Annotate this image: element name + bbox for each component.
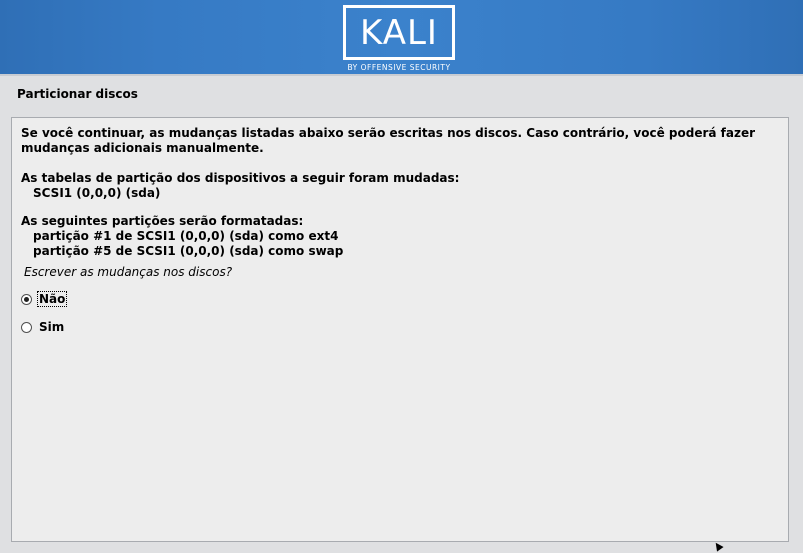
format-partitions-heading: As seguintes partições serão formatadas: [21, 214, 304, 228]
intro-text-line-1: Se você continuar, as mudanças listadas … [21, 126, 756, 140]
mouse-pointer-icon [712, 540, 724, 552]
radio-checked-icon[interactable] [21, 293, 32, 305]
kali-logo-text: KALI [360, 12, 438, 53]
format-partition-item: partição #1 de SCSI1 (0,0,0) (sda) como … [33, 229, 339, 243]
kali-header-banner: KALI BY OFFENSIVE SECURITY [0, 0, 803, 76]
option-nao[interactable]: Não [21, 290, 68, 308]
partition-tables-device: SCSI1 (0,0,0) (sda) [33, 186, 161, 200]
option-sim[interactable]: Sim [21, 318, 65, 336]
kali-logo: KALI [343, 5, 455, 60]
radio-unchecked-icon[interactable] [21, 321, 32, 333]
format-partition-item: partição #5 de SCSI1 (0,0,0) (sda) como … [33, 244, 344, 258]
page-title: Particionar discos [17, 87, 138, 101]
intro-text-line-2: mudanças adicionais manualmente. [21, 141, 264, 155]
partition-tables-heading: As tabelas de partição dos dispositivos … [21, 171, 460, 185]
option-nao-label[interactable]: Não [36, 291, 68, 307]
kali-logo-subtitle: BY OFFENSIVE SECURITY [347, 63, 451, 72]
write-changes-question: Escrever as mudanças nos discos? [24, 265, 233, 279]
content-panel: Se você continuar, as mudanças listadas … [11, 117, 789, 542]
option-sim-label[interactable]: Sim [38, 320, 65, 334]
